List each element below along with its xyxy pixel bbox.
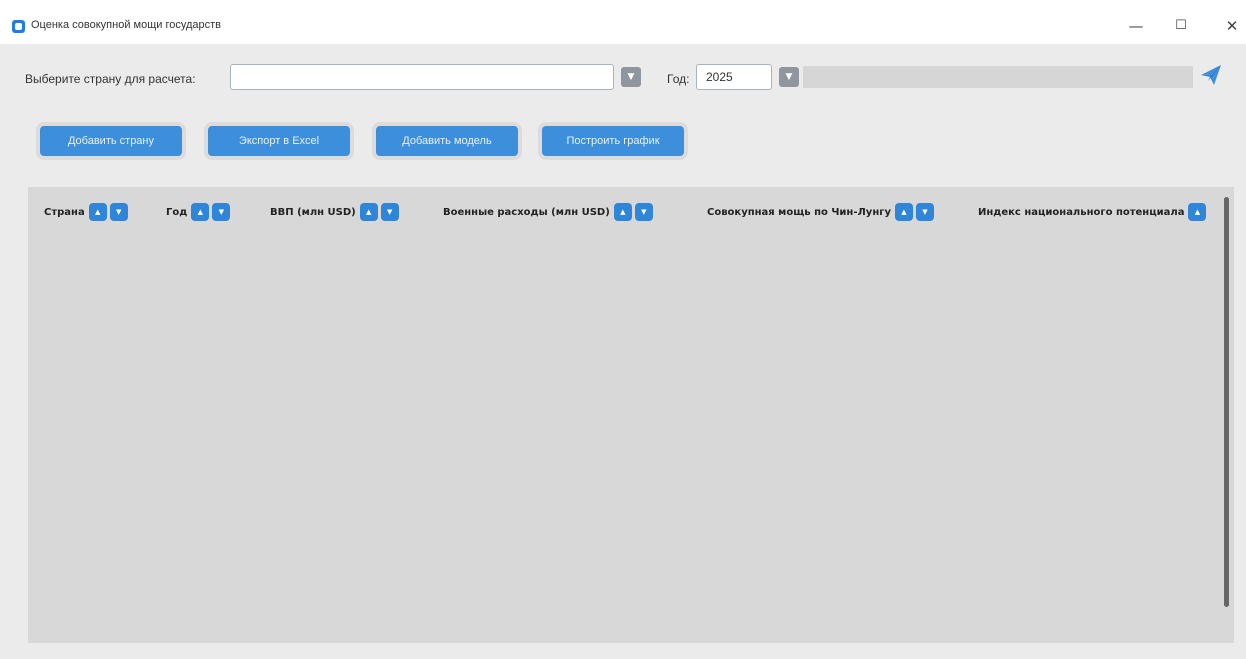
- window-title: Оценка совокупной мощи государств: [31, 19, 222, 31]
- vertical-scrollbar[interactable]: [1224, 197, 1229, 607]
- sort-asc-button[interactable]: ▲: [191, 203, 210, 221]
- app-icon: [12, 20, 25, 33]
- column-title: Индекс национального потенциала: [978, 206, 1185, 218]
- column-title: Страна: [44, 206, 85, 218]
- year-label: Год:: [667, 72, 690, 86]
- add-country-button[interactable]: Добавить страну: [40, 126, 182, 156]
- sort-asc-button[interactable]: ▲: [1188, 203, 1207, 221]
- column-header-country: Страна ▲ ▼: [44, 202, 131, 222]
- column-title: ВВП (млн USD): [270, 206, 356, 218]
- close-button[interactable]: ✕: [1217, 12, 1246, 40]
- sort-desc-button[interactable]: ▼: [915, 203, 934, 221]
- sort-asc-button[interactable]: ▲: [359, 203, 378, 221]
- minimize-button[interactable]: —: [1121, 12, 1151, 40]
- sort-asc-button[interactable]: ▲: [894, 203, 913, 221]
- year-dropdown-arrow[interactable]: ▼: [779, 67, 799, 87]
- column-header-gdp: ВВП (млн USD) ▲ ▼: [270, 202, 402, 222]
- send-button[interactable]: [1197, 62, 1225, 88]
- sort-desc-button[interactable]: ▼: [109, 203, 128, 221]
- column-header-military: Военные расходы (млн USD) ▲ ▼: [443, 202, 656, 222]
- build-chart-button[interactable]: Построить график: [542, 126, 684, 156]
- results-table: [28, 187, 1234, 643]
- add-model-button[interactable]: Добавить модель: [376, 126, 518, 156]
- sort-desc-button[interactable]: ▼: [634, 203, 653, 221]
- year-select[interactable]: 2025: [696, 64, 772, 90]
- sort-desc-button[interactable]: ▼: [380, 203, 399, 221]
- column-header-power: Совокупная мощь по Чин-Лунгу ▲ ▼: [707, 202, 937, 222]
- paper-plane-icon: [1201, 65, 1221, 85]
- sort-asc-button[interactable]: ▲: [88, 203, 107, 221]
- column-title: Совокупная мощь по Чин-Лунгу: [707, 206, 891, 218]
- column-title: Военные расходы (млн USD): [443, 206, 610, 218]
- title-bar: Оценка совокупной мощи государств — ☐ ✕: [0, 0, 1246, 44]
- sort-asc-button[interactable]: ▲: [613, 203, 632, 221]
- progress-bar: [803, 66, 1193, 88]
- column-header-year: Год ▲ ▼: [166, 202, 233, 222]
- country-select[interactable]: [230, 64, 614, 90]
- country-label: Выберите страну для расчета:: [25, 72, 196, 86]
- export-excel-button[interactable]: Экспорт в Excel: [208, 126, 350, 156]
- column-title: Год: [166, 206, 188, 218]
- column-header-potential: Индекс национального потенциала ▲: [978, 202, 1222, 222]
- sort-desc-button[interactable]: ▼: [212, 203, 231, 221]
- country-dropdown-arrow[interactable]: ▼: [621, 67, 641, 87]
- maximize-button[interactable]: ☐: [1166, 12, 1196, 40]
